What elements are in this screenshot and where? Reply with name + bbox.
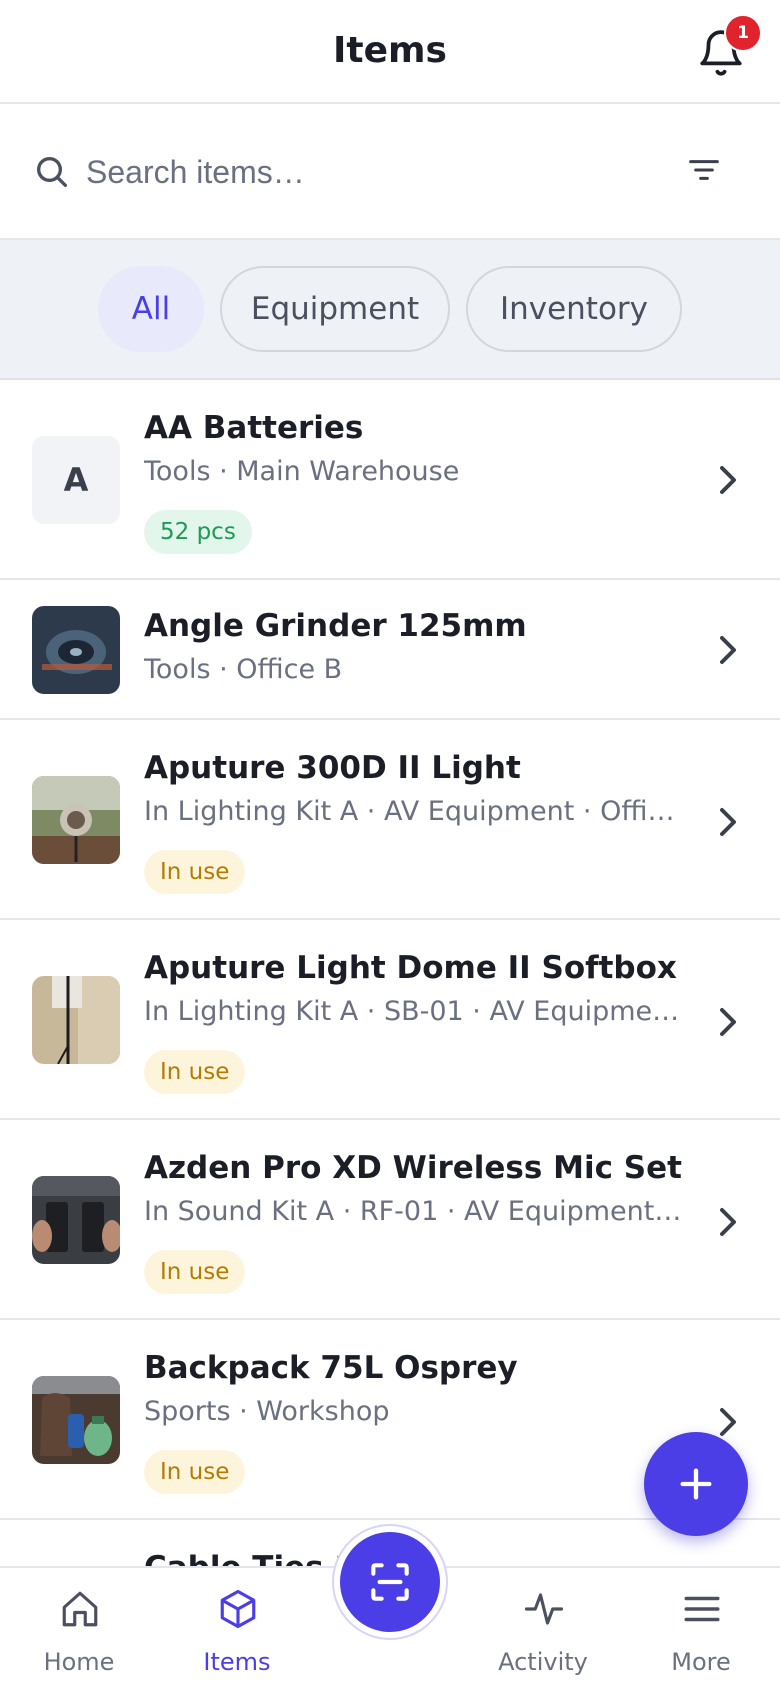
item-title: Aputure Light Dome II Softbox — [144, 950, 677, 986]
item-subtitle: Tools · Main Warehouse — [144, 456, 460, 487]
scan-icon — [371, 1563, 409, 1601]
item-subtitle: In Sound Kit A · RF-01 · AV Equipment · … — [144, 1196, 682, 1227]
page-title: Items — [333, 30, 447, 71]
search-input[interactable] — [86, 142, 646, 202]
add-item-button[interactable] — [644, 1432, 748, 1536]
chevron-right-icon — [720, 1408, 736, 1436]
notification-badge: 1 — [724, 14, 762, 52]
item-title: Backpack 75L Osprey — [144, 1350, 518, 1386]
nav-activity[interactable]: Activity — [478, 1568, 608, 1688]
item-photo — [32, 976, 120, 1064]
filter-chip-equipment[interactable]: Equipment — [220, 266, 450, 352]
scan-button[interactable] — [334, 1526, 446, 1638]
status-badge: In use — [144, 1050, 246, 1094]
filter-chip-all[interactable]: All — [98, 266, 204, 352]
status-badge: In use — [144, 1250, 246, 1294]
item-photo — [32, 1176, 120, 1264]
item-subtitle: Tools · Office B — [144, 654, 343, 685]
item-photo — [32, 776, 120, 864]
list-item[interactable]: Angle Grinder 125mm Tools · Office B — [0, 580, 780, 720]
nav-more[interactable]: More — [636, 1568, 766, 1688]
nav-label: More — [671, 1648, 731, 1676]
item-photo — [32, 1376, 120, 1464]
nav-label: Items — [203, 1648, 271, 1676]
nav-label: Home — [43, 1648, 115, 1676]
item-title: AA Batteries — [144, 410, 364, 446]
item-subtitle: In Lighting Kit A · AV Equipment · Offic… — [144, 796, 682, 827]
stock-badge: 52 pcs — [144, 510, 252, 554]
list-item[interactable]: Azden Pro XD Wireless Mic Set In Sound K… — [0, 1120, 780, 1320]
item-title: Azden Pro XD Wireless Mic Set — [144, 1150, 682, 1186]
home-icon — [62, 1591, 98, 1627]
list-item[interactable]: A AA Batteries Tools · Main Warehouse 52… — [0, 380, 780, 580]
status-badge: In use — [144, 850, 246, 894]
nav-items[interactable]: Items — [172, 1568, 302, 1688]
plus-icon — [680, 1468, 712, 1500]
nav-home[interactable]: Home — [14, 1568, 144, 1688]
item-photo — [32, 606, 120, 694]
item-thumbnail: A — [32, 436, 120, 524]
item-subtitle: In Lighting Kit A · SB-01 · AV Equipment… — [144, 996, 682, 1027]
list-item[interactable]: Aputure Light Dome II Softbox In Lightin… — [0, 920, 780, 1120]
search-bar — [0, 104, 780, 240]
chevron-right-icon — [720, 808, 736, 836]
list-item[interactable]: Aputure 300D II Light In Lighting Kit A … — [0, 720, 780, 920]
item-title: Angle Grinder 125mm — [144, 608, 527, 644]
app-header: Items 1 — [0, 0, 780, 104]
category-filter-bar: All Equipment Inventory — [0, 240, 780, 380]
filter-chip-inventory[interactable]: Inventory — [466, 266, 682, 352]
chevron-right-icon — [720, 1208, 736, 1236]
status-badge: In use — [144, 1450, 246, 1494]
search-icon — [37, 157, 68, 187]
filter-icon[interactable] — [684, 150, 724, 190]
chevron-right-icon — [720, 636, 736, 664]
chevron-right-icon — [720, 1008, 736, 1036]
menu-icon — [684, 1596, 720, 1622]
chevron-right-icon — [720, 466, 736, 494]
nav-label: Activity — [498, 1648, 588, 1676]
activity-icon — [524, 1593, 564, 1625]
box-icon — [220, 1589, 256, 1629]
item-title: Aputure 300D II Light — [144, 750, 521, 786]
item-subtitle: Sports · Workshop — [144, 1396, 390, 1427]
